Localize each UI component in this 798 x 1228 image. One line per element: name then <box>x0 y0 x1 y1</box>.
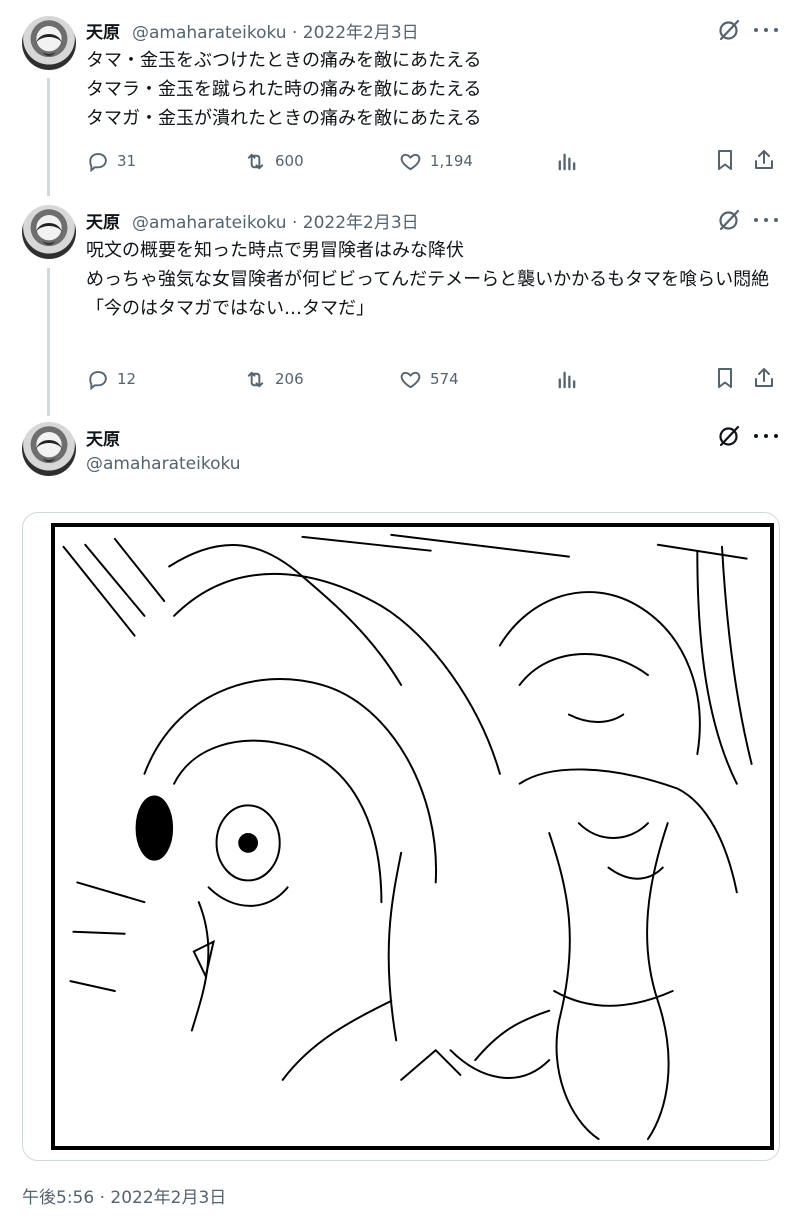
author-handle-date[interactable]: @amaharateikoku · 2022年2月3日 <box>132 208 419 233</box>
retweet-count: 206 <box>275 370 304 388</box>
post-line: タマラ・金玉を蹴られた時の痛みを敵にあたえる <box>86 79 482 100</box>
views-icon <box>558 371 576 388</box>
share-icon[interactable] <box>752 148 776 172</box>
like-icon <box>400 153 421 170</box>
avatar[interactable] <box>22 205 76 259</box>
more-icon[interactable] <box>754 424 778 448</box>
like-button[interactable]: 574 <box>399 365 459 393</box>
like-icon <box>400 371 421 388</box>
author-name[interactable]: 天原 <box>86 208 120 233</box>
retweet-button[interactable]: 600 <box>244 147 304 175</box>
retweet-icon <box>247 153 264 169</box>
manga-drawing <box>62 533 753 1141</box>
post-line: タマ・金玉をぶつけたときの痛みを敵にあたえる <box>86 50 482 71</box>
more-icon[interactable] <box>754 18 778 42</box>
retweet-count: 600 <box>275 152 304 170</box>
views-button[interactable] <box>555 365 578 393</box>
post-line: 呪文の概要を知った時点で男冒険者はみな降伏 <box>86 240 464 261</box>
author-handle-date[interactable]: @amaharateikoku · 2022年2月3日 <box>132 18 419 43</box>
retweet-icon <box>247 371 264 387</box>
share-icon[interactable] <box>752 366 776 390</box>
bookmark-icon[interactable] <box>713 366 737 390</box>
author-name[interactable]: 天原 <box>86 18 120 43</box>
reply-count: 12 <box>117 370 137 388</box>
post-text: タマ・金玉をぶつけたときの痛みを敵にあたえる タマラ・金玉を蹴られた時の痛みを敵… <box>86 46 776 133</box>
grok-icon[interactable] <box>717 424 741 448</box>
views-button[interactable] <box>555 147 578 175</box>
focus-author-name[interactable]: 天原 <box>86 425 120 450</box>
comic-illustration <box>51 523 774 1150</box>
like-count: 1,194 <box>430 152 473 170</box>
views-icon <box>558 153 576 170</box>
reply-count: 31 <box>117 152 137 170</box>
like-count: 574 <box>430 370 459 388</box>
post-image[interactable] <box>22 512 780 1161</box>
avatar[interactable] <box>22 422 76 476</box>
reply-button[interactable]: 12 <box>86 365 136 393</box>
grok-icon[interactable] <box>717 208 741 232</box>
reply-button[interactable]: 31 <box>86 147 136 175</box>
reply-post-2[interactable]: 天原 @amaharateikoku · 2022年2月3日 呪文の概要を知った… <box>0 205 798 415</box>
more-icon[interactable] <box>754 208 778 232</box>
focus-author-handle[interactable]: @amaharateikoku <box>86 454 241 474</box>
reply-icon <box>89 370 107 390</box>
like-button[interactable]: 1,194 <box>399 147 473 175</box>
grok-icon[interactable] <box>717 18 741 42</box>
post-line: めっちゃ強気な女冒険者が何ビビってんだテメーらと襲いかかるもタマを喰らい悶絶 <box>86 269 770 290</box>
post-text: 呪文の概要を知った時点で男冒険者はみな降伏 めっちゃ強気な女冒険者が何ビビってん… <box>86 236 776 323</box>
post-line: タマガ・金玉が潰れたときの痛みを敵にあたえる <box>86 108 482 129</box>
post-line: 「今のはタマガではない…タマだ」 <box>86 298 374 319</box>
bookmark-icon[interactable] <box>713 148 737 172</box>
reply-post-1[interactable]: 天原 @amaharateikoku · 2022年2月3日 タマ・金玉をぶつけ… <box>0 0 798 205</box>
avatar[interactable] <box>22 16 76 70</box>
retweet-button[interactable]: 206 <box>244 365 304 393</box>
reply-icon <box>89 152 107 172</box>
post-timestamp[interactable]: 午後5:56 · 2022年2月3日 <box>22 1183 226 1208</box>
